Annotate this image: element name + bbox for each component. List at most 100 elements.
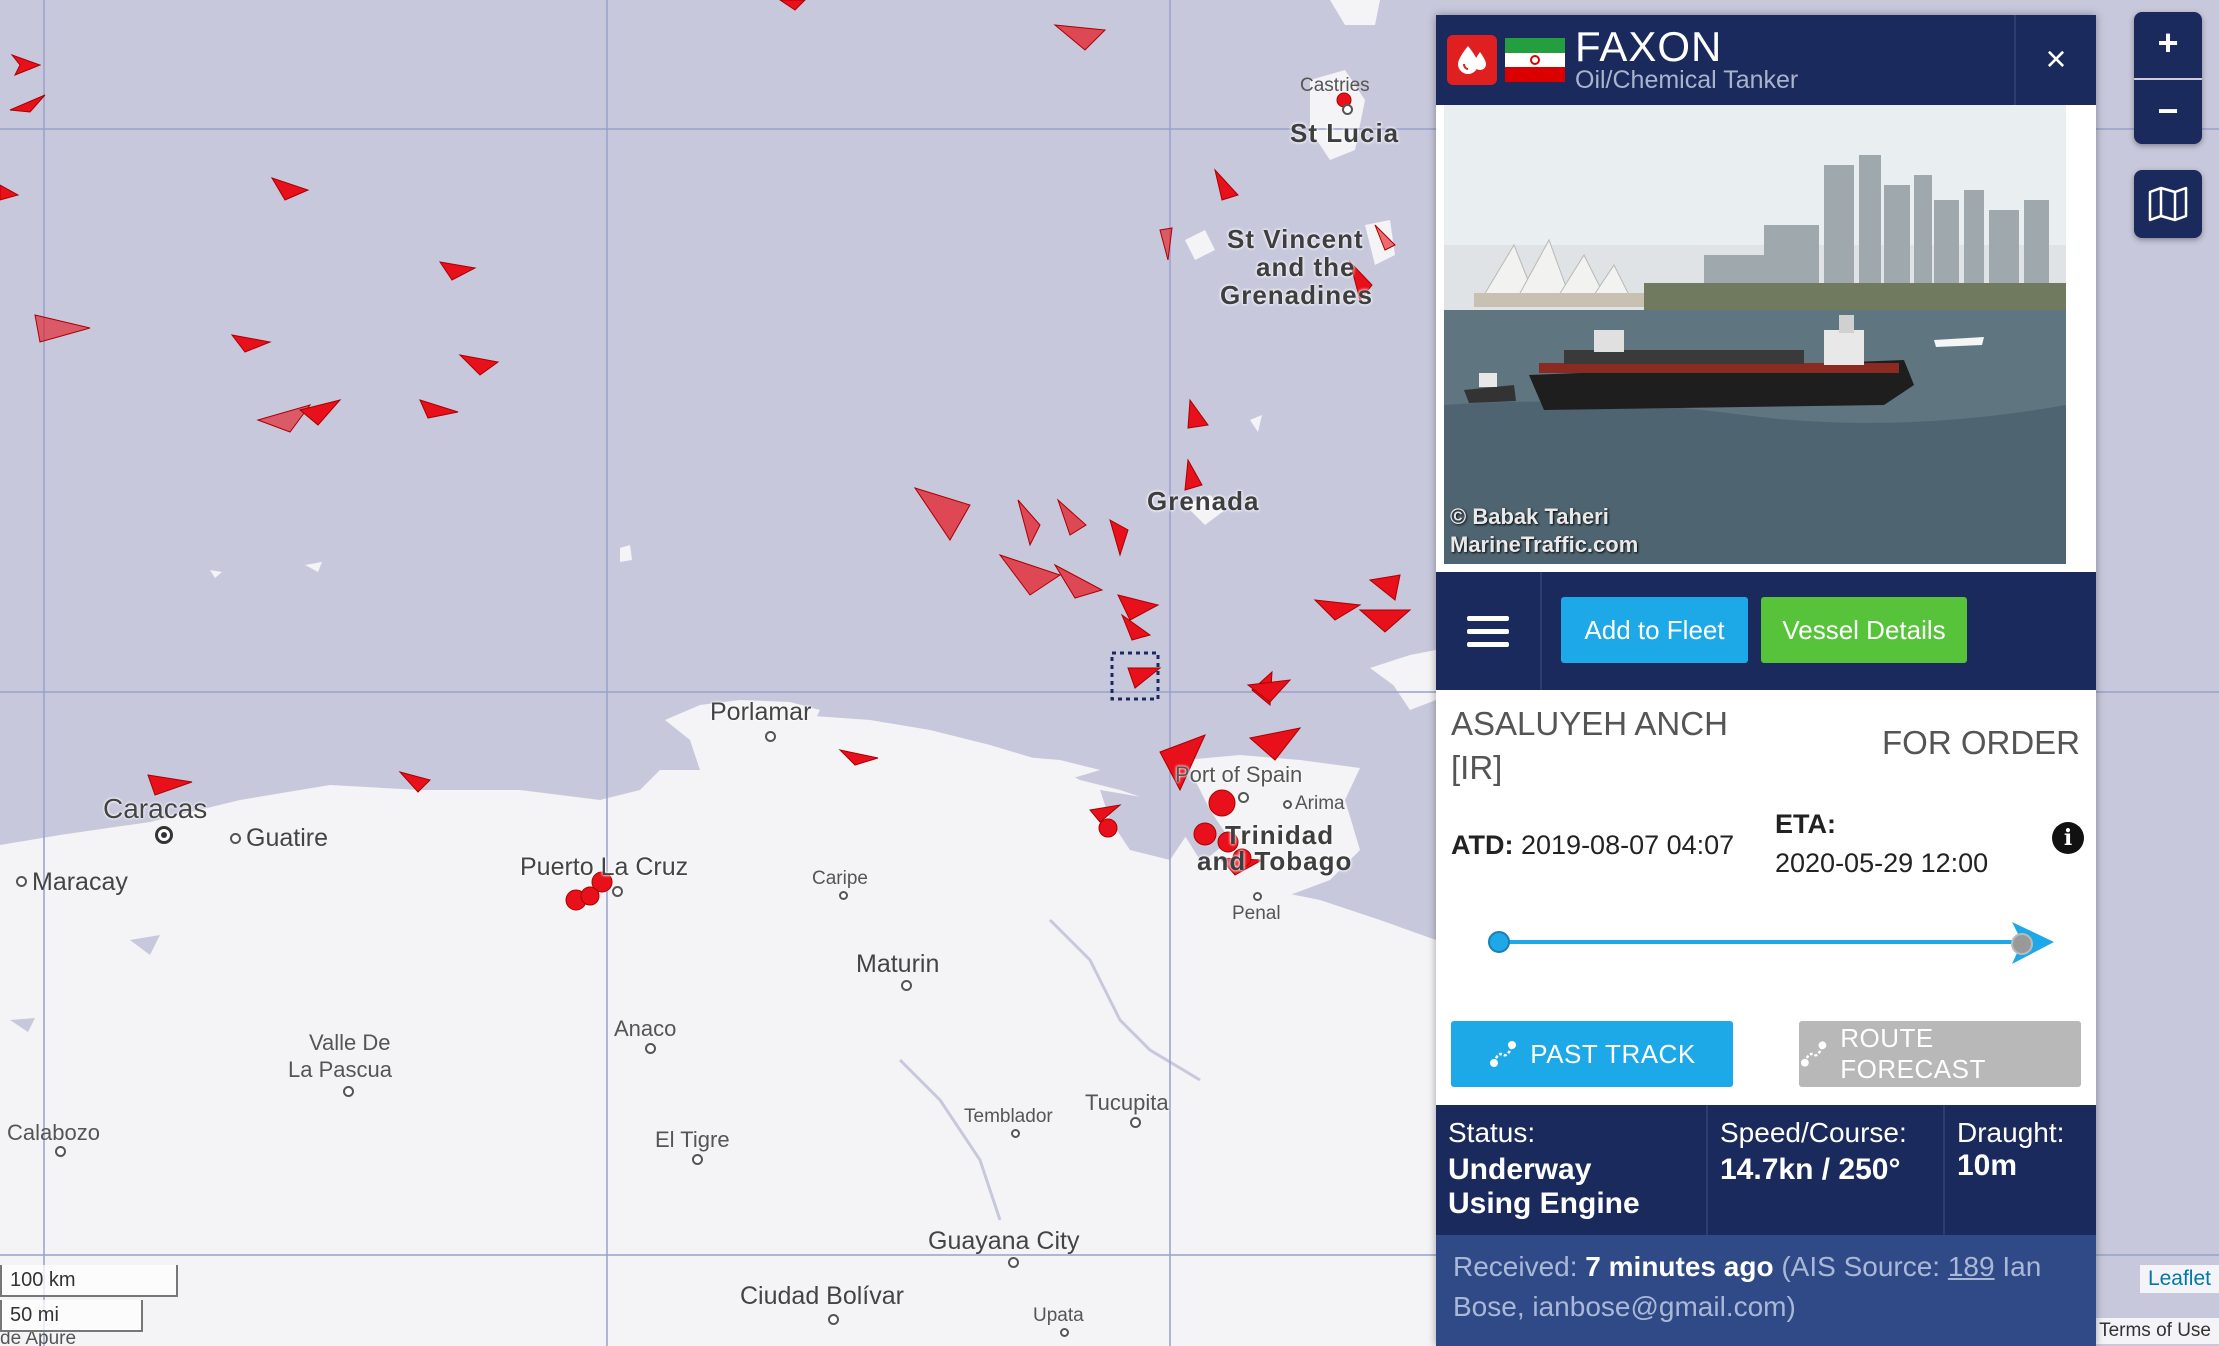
city-dot	[645, 1043, 656, 1054]
label-ciudad-bolivar: Ciudad Bolívar	[740, 1282, 904, 1310]
ship-marker	[779, 0, 806, 11]
received-info: Received: 7 minutes ago (AIS Source: 189…	[1436, 1235, 2096, 1346]
route-forecast-button[interactable]: ROUTE FORECAST	[1799, 1021, 2081, 1087]
ship-marker	[270, 177, 310, 201]
city-dot	[55, 1146, 66, 1157]
scale-bar-mi: 50 mi	[0, 1300, 143, 1332]
vessel-name: FAXON	[1575, 23, 1723, 70]
label-port-of-spain: Port of Spain	[1175, 762, 1303, 787]
ship-marker	[1187, 398, 1209, 429]
vessel-photo[interactable]: © Babak Taheri MarineTraffic.com	[1436, 105, 2096, 572]
label-guatire: Guatire	[246, 824, 328, 852]
photo-credit-site: MarineTraffic.com	[1450, 532, 1639, 557]
speed-value: 14.7kn / 250°	[1720, 1153, 1901, 1186]
city-dot	[1283, 800, 1292, 809]
ship-marker	[398, 771, 431, 793]
leaflet-attribution-link[interactable]: Leaflet	[2139, 1265, 2219, 1293]
ship-marker	[1313, 599, 1362, 621]
menu-icon[interactable]	[1436, 572, 1542, 690]
ship-marker	[1248, 727, 1302, 761]
label-tobago: and Tobago	[1197, 846, 1353, 876]
label-grenada: Grenada	[1147, 486, 1260, 516]
atd-value: 2019-08-07 04:07	[1521, 830, 1735, 860]
ais-prefix: (AIS Source:	[1781, 1251, 1941, 1282]
speed-label: Speed/Course:	[1720, 1117, 1907, 1148]
ais-source-link[interactable]: 189	[1948, 1251, 1995, 1282]
photo-credit-author: © Babak Taheri	[1450, 504, 1609, 529]
ship-stationary	[1208, 789, 1236, 817]
label-penal: Penal	[1232, 903, 1281, 924]
eta-label: ETA:	[1775, 809, 1836, 839]
label-valle-de: Valle De	[309, 1030, 391, 1055]
zoom-in-button[interactable]: +	[2134, 12, 2202, 78]
vessel-info-panel: FAXON Oil/Chemical Tanker × © Babak Tahe…	[1436, 15, 2096, 1346]
status-value: Underway Using Engine	[1448, 1153, 1640, 1220]
map-layers-button[interactable]	[2134, 170, 2202, 238]
add-to-fleet-button[interactable]: Add to Fleet	[1561, 597, 1748, 663]
ship-marker	[34, 314, 91, 343]
label-st-vincent-2: and the	[1256, 252, 1356, 282]
ship-stationary	[580, 886, 600, 906]
status-cell: Status: Underway Using Engine	[1436, 1105, 1708, 1235]
ship-marker	[998, 554, 1062, 596]
past-track-label: PAST TRACK	[1530, 1038, 1696, 1069]
city-dot	[1130, 1117, 1141, 1128]
ship-marker	[298, 399, 342, 426]
atd-label: ATD:	[1451, 830, 1514, 860]
vessel-details-button[interactable]: Vessel Details	[1761, 597, 1967, 663]
label-arima: Arima	[1295, 793, 1345, 814]
ship-marker	[458, 354, 500, 376]
ship-marker	[10, 53, 42, 76]
voyage-section: ASALUYEH ANCH [IR] FOR ORDER ATD: 2019-0…	[1436, 690, 2096, 1110]
label-temblador: Temblador	[964, 1106, 1053, 1127]
received-label: Received:	[1453, 1251, 1578, 1282]
tanker-icon	[1447, 35, 1497, 85]
zoom-out-button[interactable]: −	[2134, 78, 2202, 144]
ship-marker	[438, 261, 477, 281]
ship-marker	[1053, 563, 1104, 599]
info-icon[interactable]: i	[2052, 822, 2084, 854]
ship-marker	[1368, 574, 1401, 601]
label-caracas: Caracas	[103, 793, 208, 824]
ship-marker	[1109, 518, 1129, 557]
capital-dot	[155, 826, 173, 844]
label-st-lucia: St Lucia	[1290, 118, 1400, 148]
ship-marker	[1214, 168, 1239, 201]
city-dot	[1011, 1129, 1020, 1138]
label-puerto-la-cruz: Puerto La Cruz	[520, 853, 689, 881]
terms-of-use-link[interactable]: Terms of Use	[2091, 1318, 2219, 1344]
ship-marker	[1120, 613, 1152, 641]
status-bar: Status: Underway Using Engine Speed/Cour…	[1436, 1105, 2096, 1235]
departure-port: ASALUYEH ANCH [IR]	[1451, 705, 1728, 786]
city-dot	[839, 891, 848, 900]
label-st-vincent: St Vincent	[1227, 224, 1364, 254]
draught-value: 10m	[1957, 1149, 2018, 1182]
atd: ATD: 2019-08-07 04:07	[1451, 830, 1734, 861]
eta-value: 2020-05-29 12:00	[1775, 848, 1989, 878]
label-tucupita: Tucupita	[1085, 1090, 1169, 1115]
label-caripe: Caripe	[812, 868, 868, 889]
voyage-start-dot	[1488, 931, 1510, 953]
past-track-button[interactable]: PAST TRACK	[1451, 1021, 1733, 1087]
vessel-type: Oil/Chemical Tanker	[1575, 66, 1799, 94]
city-dot	[765, 731, 776, 742]
destination: FOR ORDER	[1882, 724, 2080, 761]
city-dot	[16, 876, 27, 887]
label-anaco: Anaco	[614, 1016, 677, 1041]
zoom-control: + −	[2134, 12, 2202, 144]
received-value: 7 minutes ago	[1585, 1251, 1774, 1282]
close-button[interactable]: ×	[2014, 15, 2096, 105]
ship-marker	[1053, 24, 1107, 51]
ship-marker	[1017, 499, 1041, 547]
ship-marker	[1127, 667, 1162, 689]
city-dot	[1238, 792, 1249, 803]
ship-marker	[9, 94, 46, 113]
iran-flag-icon	[1505, 38, 1565, 82]
city-dot	[230, 833, 241, 844]
scale-bar-km: 100 km	[0, 1265, 178, 1297]
city-dot	[1253, 892, 1262, 901]
city-dot	[692, 1154, 703, 1165]
status-label: Status:	[1448, 1117, 1536, 1148]
track-icon	[1490, 1041, 1517, 1067]
ship-marker	[1056, 498, 1087, 536]
